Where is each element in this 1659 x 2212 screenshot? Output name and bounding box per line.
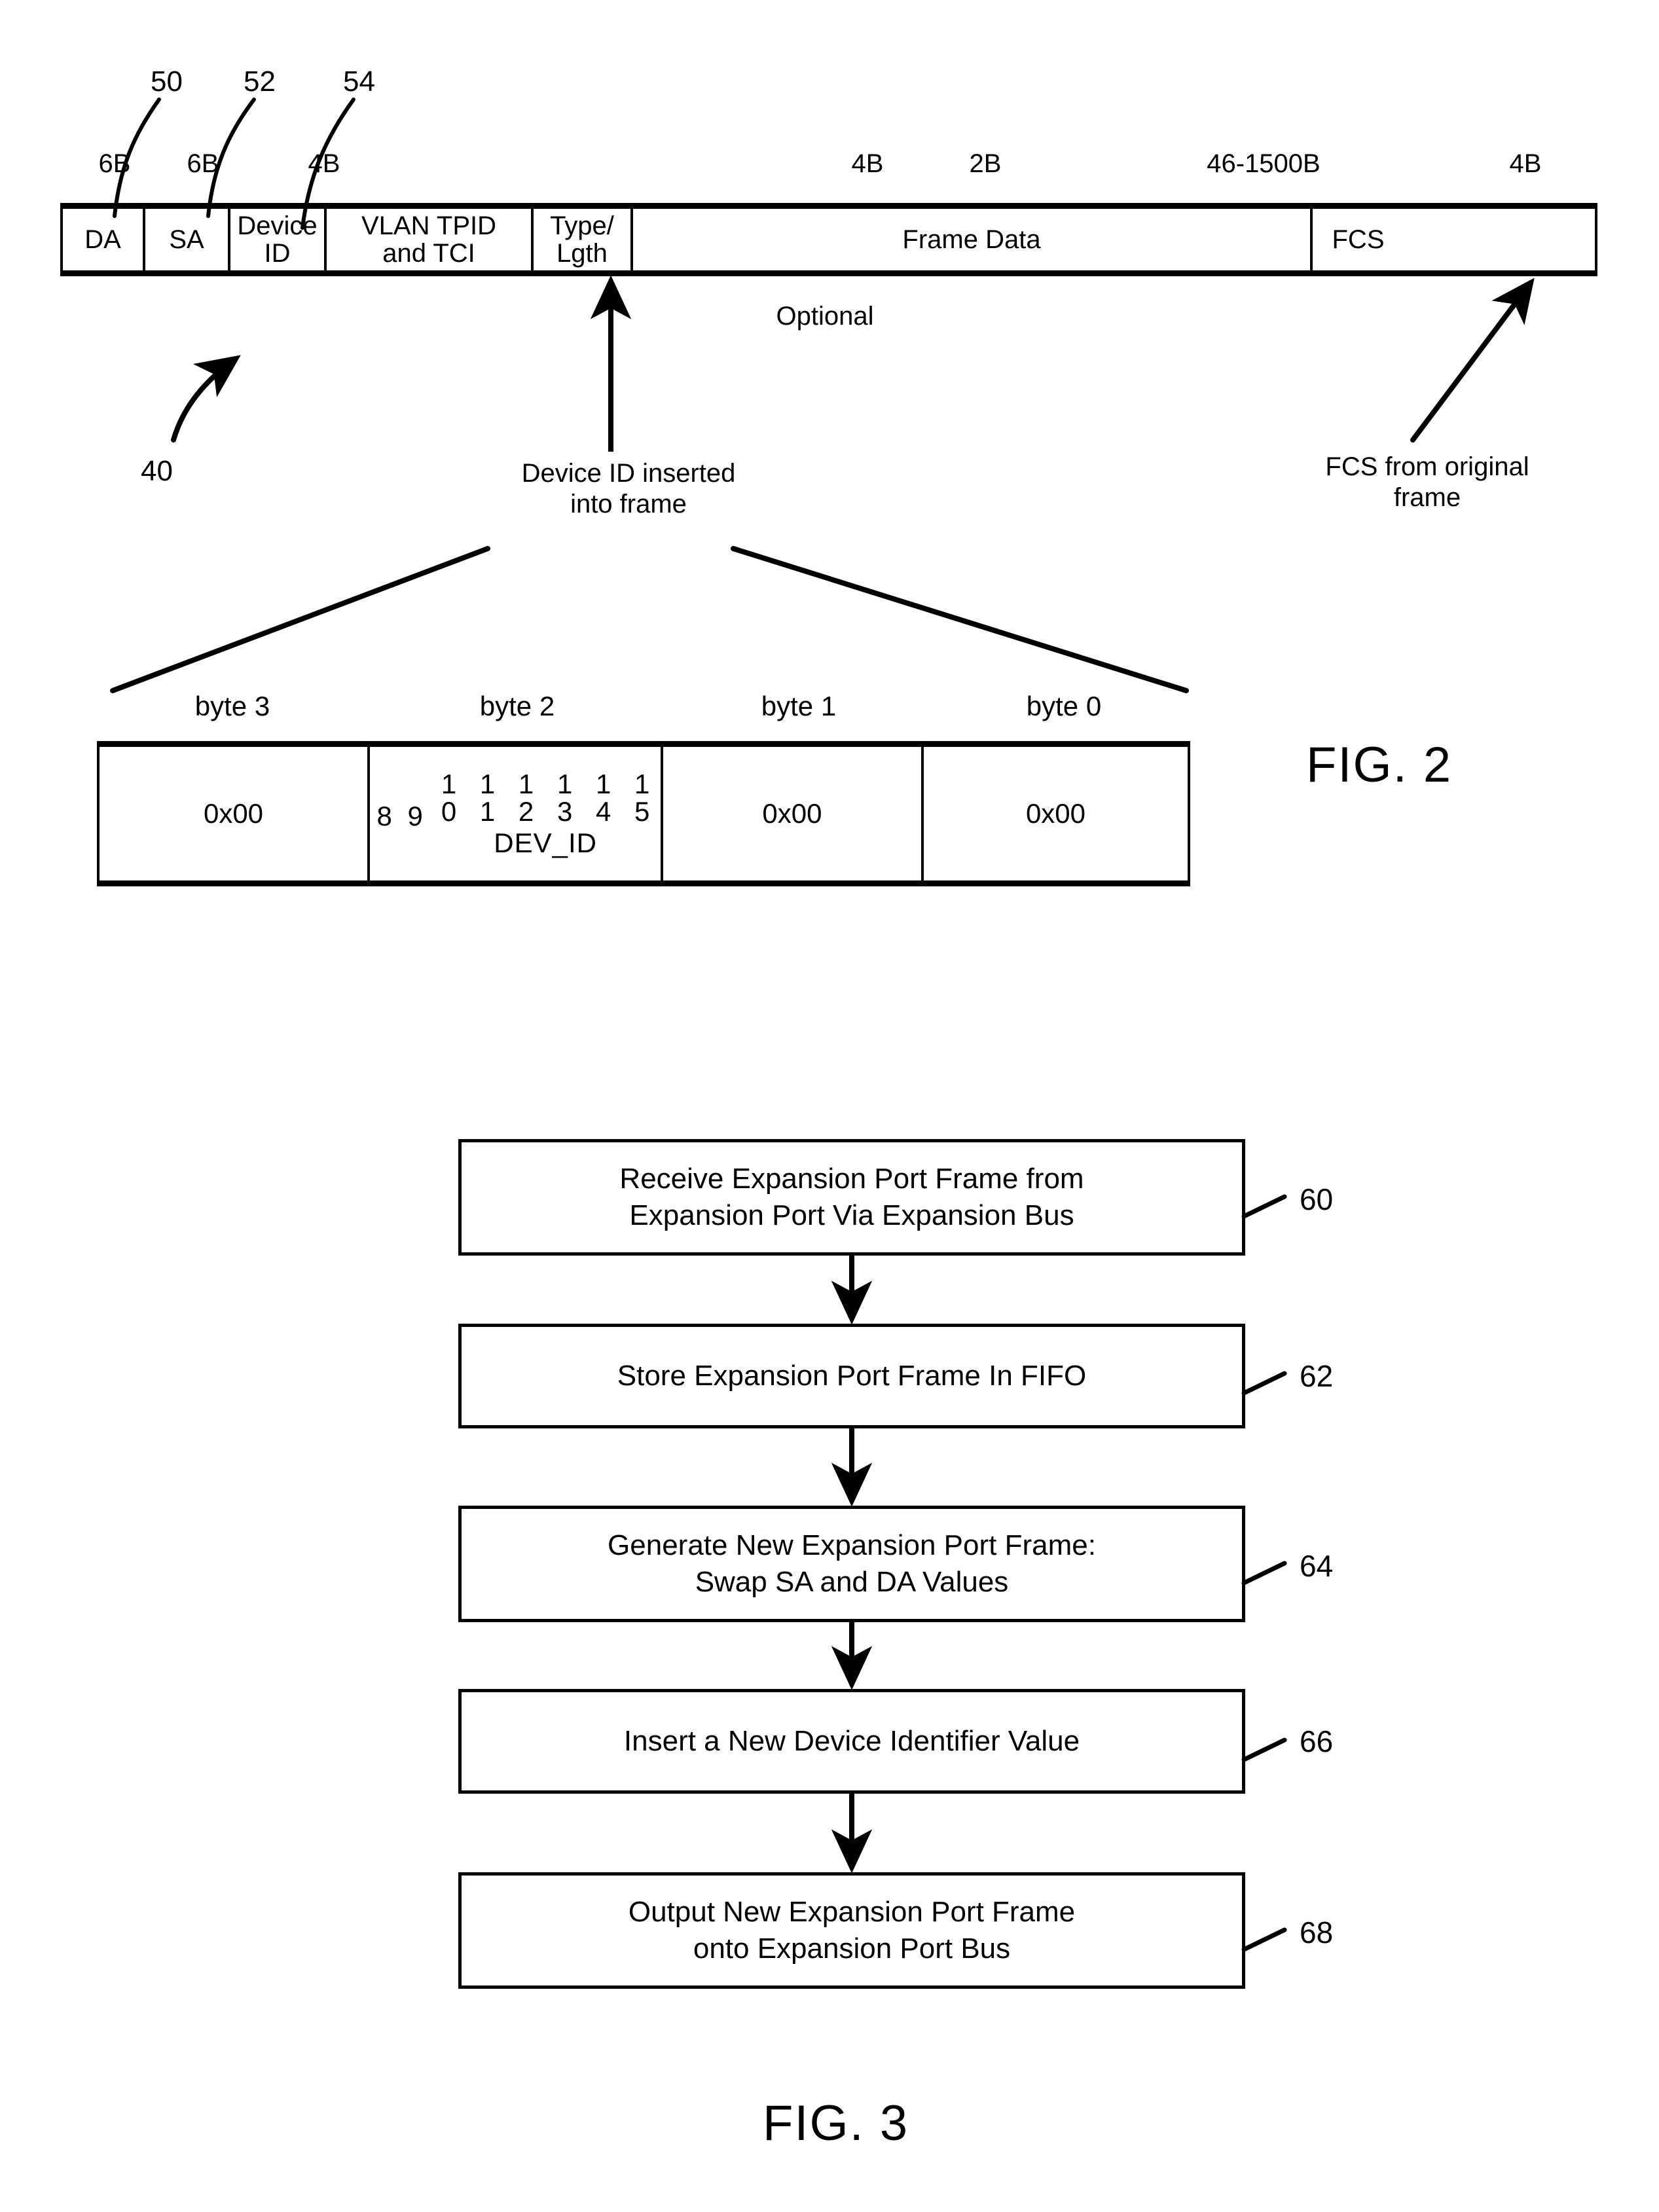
device-id-inserted-annotation: Device ID inserted into frame	[426, 458, 831, 520]
byte-cell-0: 0x00	[924, 747, 1188, 880]
flow-step-64-line1: Generate New Expansion Port Frame:	[608, 1529, 1096, 1561]
fcs-pointer-arrow	[1410, 278, 1535, 443]
flow-step-68-line2: onto Expansion Port Bus	[693, 1932, 1011, 1965]
expansion-leader-right	[731, 546, 1189, 693]
expansion-leader-left	[110, 546, 490, 693]
flow-ref-66: 66	[1300, 1724, 1334, 1758]
frame-field-frame-data: Frame Data	[633, 209, 1313, 270]
size-label-type-lgth: 2B	[969, 149, 1002, 178]
frame-field-type-label-line2: Lgth	[556, 239, 608, 268]
device-id-byte-table: 0x00 8 9 1 1 1 1 1 1 0 1 2 3 4 5 DEV_ID …	[97, 741, 1190, 886]
flow-ref-tick-60	[1241, 1194, 1287, 1219]
flow-ref-68: 68	[1300, 1915, 1334, 1949]
flow-step-60: Receive Expansion Port Frame from Expans…	[458, 1139, 1245, 1256]
flow-ref-60: 60	[1300, 1182, 1334, 1216]
reference-numeral-52: 52	[244, 65, 276, 98]
leader-arrow-40	[171, 355, 241, 443]
flow-step-62-line1: Store Expansion Port Frame In FIFO	[617, 1359, 1087, 1392]
flow-ref-tick-62	[1241, 1371, 1287, 1396]
optional-label: Optional	[776, 302, 874, 331]
frame-field-sa-label: SA	[169, 225, 204, 254]
size-label-fcs: 4B	[1509, 149, 1542, 178]
byte-cell-1-value: 0x00	[762, 798, 822, 829]
byte-header-3: byte 3	[194, 691, 270, 721]
frame-field-vlan-label-line2: and TCI	[382, 239, 475, 268]
flow-step-62: Store Expansion Port Frame In FIFO	[458, 1324, 1245, 1428]
flow-step-60-line1: Receive Expansion Port Frame from	[619, 1162, 1084, 1195]
size-label-vlan: 4B	[851, 149, 884, 178]
fcs-origin-line1: FCS from original	[1325, 452, 1529, 481]
byte2-devid-group: 1 1 1 1 1 1 0 1 2 3 4 5 DEV_ID	[433, 771, 658, 857]
flow-step-66: Insert a New Device Identifier Value	[458, 1689, 1245, 1794]
size-label-da: 6B	[98, 149, 131, 178]
byte-cell-2: 8 9 1 1 1 1 1 1 0 1 2 3 4 5 DEV_ID	[370, 747, 663, 880]
frame-field-fcs-label: FCS	[1332, 225, 1385, 254]
frame-field-da-label: DA	[84, 225, 121, 254]
frame-field-vlan-label-line1: VLAN TPID	[361, 211, 496, 240]
size-label-sa: 6B	[187, 149, 219, 178]
byte2-bit-row-top: 1 1 1 1 1 1	[441, 769, 658, 799]
flow-ref-tick-64	[1241, 1561, 1287, 1586]
byte-header-2: byte 2	[479, 691, 555, 721]
flow-step-68: Output New Expansion Port Frame onto Exp…	[458, 1872, 1245, 1989]
flow-step-68-line1: Output New Expansion Port Frame	[628, 1895, 1076, 1928]
byte2-devid-field-name: DEV_ID	[494, 827, 597, 858]
flow-ref-64: 64	[1300, 1549, 1334, 1583]
byte-header-0: byte 0	[1026, 691, 1102, 721]
frame-format-table: DA SA Device ID VLAN TPID and TCI Type/ …	[60, 203, 1597, 276]
frame-field-type-lgth: Type/ Lgth	[534, 209, 633, 270]
fcs-origin-annotation: FCS from original frame	[1257, 452, 1597, 513]
flow-step-66-line1: Insert a New Device Identifier Value	[623, 1724, 1080, 1757]
frame-field-da: DA	[63, 209, 145, 270]
byte-cell-3: 0x00	[100, 747, 371, 880]
flow-ref-62: 62	[1300, 1359, 1334, 1393]
byte2-bits-8-9: 8 9	[376, 801, 427, 831]
frame-field-vlan: VLAN TPID and TCI	[327, 209, 534, 270]
byte-cell-0-value: 0x00	[1025, 798, 1086, 829]
byte2-bit-row-bottom: 0 1 2 3 4 5	[441, 796, 658, 827]
flow-ref-tick-68	[1241, 1927, 1287, 1952]
flow-step-64: Generate New Expansion Port Frame: Swap …	[458, 1506, 1245, 1622]
flow-ref-tick-66	[1241, 1737, 1287, 1762]
device-id-inserted-line1: Device ID inserted	[521, 459, 736, 488]
size-label-frame-data: 46-1500B	[1207, 149, 1321, 178]
size-label-device-id: 4B	[308, 149, 340, 178]
reference-numeral-54: 54	[343, 65, 375, 98]
figure-3-label: FIG. 3	[763, 2095, 909, 2151]
byte-header-1: byte 1	[761, 691, 837, 721]
reference-numeral-50: 50	[151, 65, 183, 98]
frame-field-fcs: FCS	[1313, 209, 1404, 270]
flow-step-64-line2: Swap SA and DA Values	[695, 1566, 1009, 1598]
figure-2-label: FIG. 2	[1306, 737, 1453, 793]
byte-cell-3-value: 0x00	[203, 798, 264, 829]
fcs-origin-line2: frame	[1393, 483, 1461, 513]
frame-field-type-label-line1: Type/	[550, 211, 614, 240]
flow-step-60-line2: Expansion Port Via Expansion Bus	[629, 1199, 1074, 1231]
byte-cell-1: 0x00	[663, 747, 924, 880]
frame-field-device-id-label: Device ID	[237, 211, 318, 268]
reference-numeral-40: 40	[141, 455, 173, 487]
frame-field-frame-data-label: Frame Data	[902, 225, 1041, 254]
device-id-inserted-line2: into frame	[570, 490, 687, 519]
frame-field-sa: SA	[145, 209, 230, 270]
frame-field-device-id: Device ID	[230, 209, 327, 270]
